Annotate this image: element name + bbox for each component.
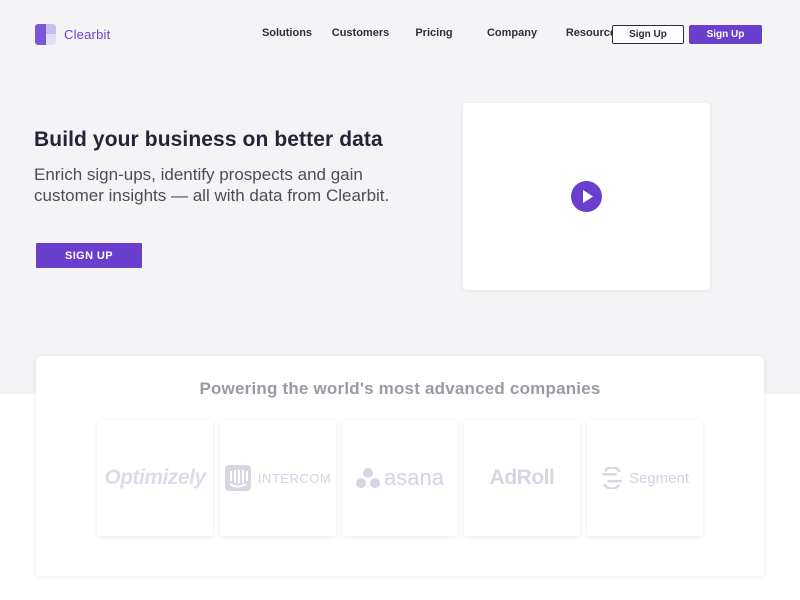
main-menu: Solutions Customers Pricing Company Reso…	[252, 27, 629, 39]
asana-label: asana	[384, 465, 444, 490]
clearbit-logo[interactable]: Clearbit	[35, 24, 110, 45]
asana-logo-tile: asana	[342, 420, 458, 536]
play-icon[interactable]	[571, 181, 602, 212]
segment-logo: Segment	[601, 467, 689, 489]
hero-subtitle: Enrich sign-ups, identify prospects and …	[34, 165, 390, 205]
segment-icon	[601, 467, 622, 489]
intercom-icon	[224, 465, 251, 491]
hero-sign-up-button[interactable]: SIGN UP	[36, 243, 142, 268]
adroll-logo-tile: AdRoll	[464, 420, 580, 536]
intercom-label: INTERCOM	[257, 470, 332, 486]
nav-pricing[interactable]: Pricing	[404, 27, 464, 39]
adroll-logo: AdRoll	[489, 466, 555, 489]
sign-up-button[interactable]: Sign Up	[689, 25, 762, 44]
nav-solutions[interactable]: Solutions	[252, 27, 322, 39]
intercom-logo-tile: INTERCOM	[220, 420, 336, 536]
video-player[interactable]	[463, 103, 710, 290]
sign-up-outline-button[interactable]: Sign Up	[612, 25, 684, 44]
nav-company[interactable]: Company	[479, 27, 545, 39]
intercom-logo: INTERCOM	[224, 465, 332, 491]
segment-logo-tile: Segment	[587, 420, 703, 536]
customer-logos-section: Powering the world's most advanced compa…	[36, 356, 764, 576]
asana-logo: asana	[356, 465, 444, 491]
logo-text: Clearbit	[64, 27, 111, 42]
asana-dots-icon	[356, 468, 381, 488]
hero-title: Build your business on better data	[34, 128, 383, 151]
top-navigation: Clearbit Solutions Customers Pricing Com…	[0, 0, 800, 68]
optimizely-logo: Optimizely	[104, 466, 206, 489]
logos-heading: Powering the world's most advanced compa…	[199, 379, 601, 398]
clearbit-logo-mark-icon	[35, 24, 56, 45]
optimizely-logo-tile: Optimizely	[97, 420, 213, 536]
segment-label: Segment	[628, 469, 690, 487]
nav-customers[interactable]: Customers	[324, 27, 397, 39]
